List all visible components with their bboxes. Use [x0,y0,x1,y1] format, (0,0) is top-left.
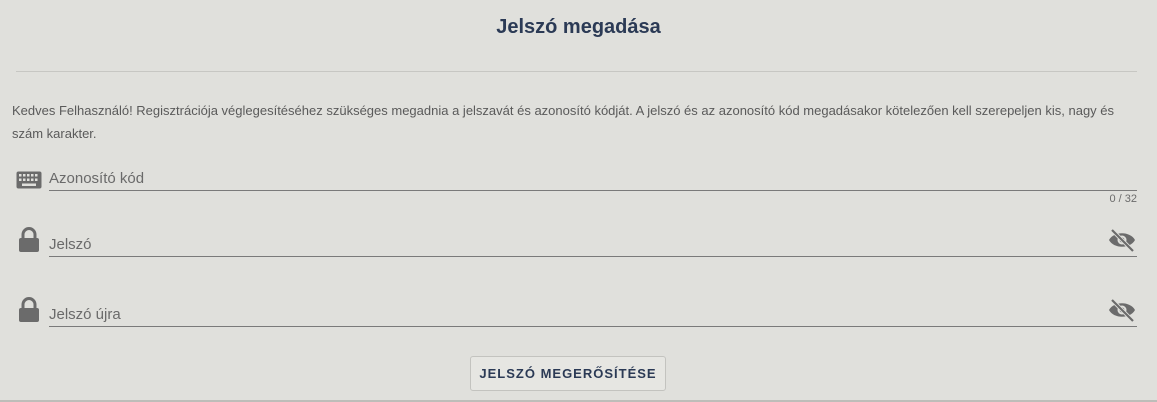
lock-icon [16,227,42,253]
code-char-counter: 0 / 32 [1109,193,1137,205]
password-field[interactable] [16,217,1137,257]
eye-off-icon[interactable] [1107,297,1137,323]
code-input[interactable] [49,170,1097,187]
eye-off-icon[interactable] [1107,227,1137,253]
password-repeat-field[interactable] [16,287,1137,327]
password-underline [49,256,1137,257]
code-field[interactable] [16,151,1137,191]
title-divider [16,71,1137,72]
dialog-title: Jelszó megadása [496,16,661,38]
lock-icon [16,297,42,323]
keyboard-icon [16,167,42,193]
confirm-password-button[interactable]: JELSZÓ MEGERŐSÍTÉSE [470,356,666,391]
password-repeat-underline [49,326,1137,327]
code-underline [49,190,1137,191]
intro-text: Kedves Felhasználó! Regisztrációja végle… [12,103,1115,141]
password-repeat-input[interactable] [49,306,1097,323]
password-input[interactable] [49,236,1097,253]
